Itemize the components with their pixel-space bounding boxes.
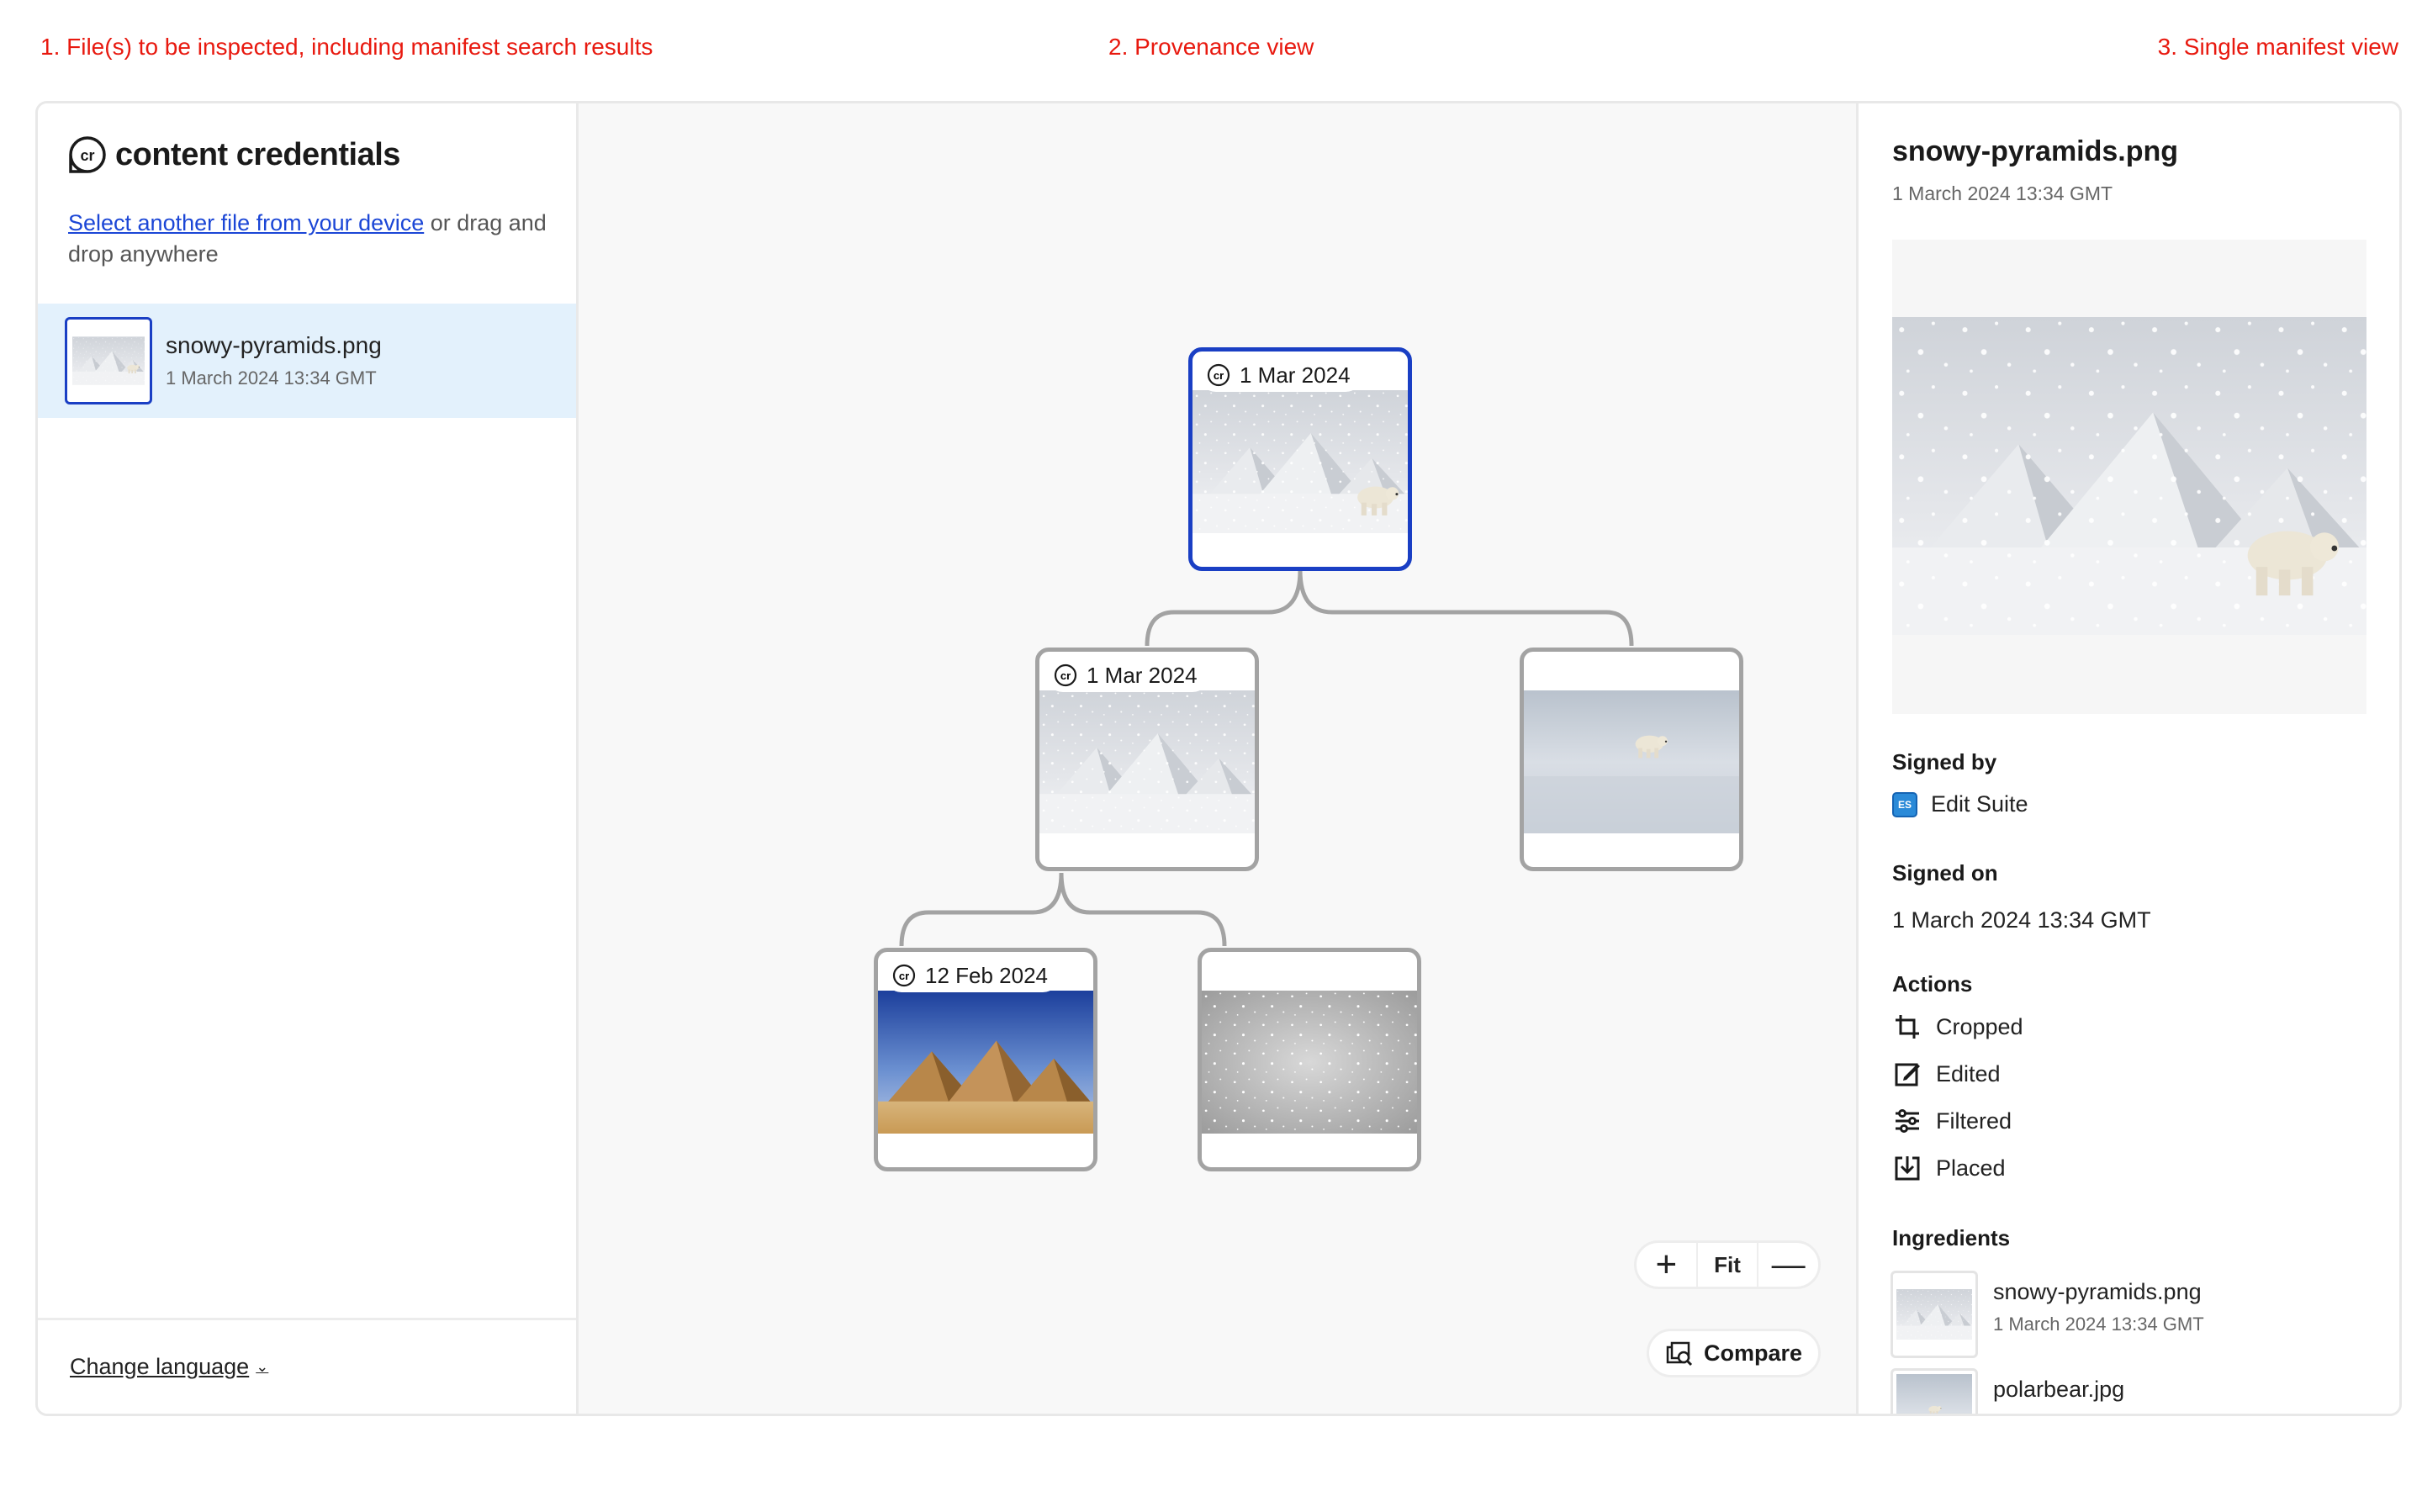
file-date: 1 March 2024 13:34 GMT — [166, 367, 377, 389]
node-image-polarbear-on-ice — [1524, 690, 1739, 833]
annotation-files: 1. File(s) to be inspected, including ma… — [40, 34, 653, 60]
signed-by-heading: Signed by — [1892, 749, 1997, 775]
signed-on-row: 1 March 2024 13:34 GMT — [1892, 907, 2151, 933]
manifest-title: snowy-pyramids.png — [1892, 135, 2179, 167]
action-label: Cropped — [1936, 1013, 2023, 1039]
node-date: 1 Mar 2024 — [1087, 662, 1198, 688]
svg-text:cr: cr — [899, 970, 909, 982]
node-image-snowy-pyramids-polarbear — [1192, 390, 1408, 533]
crop-icon — [1896, 1015, 1919, 1039]
compare-button[interactable]: Compare — [1647, 1329, 1821, 1377]
zoom-out-button[interactable]: — — [1758, 1243, 1818, 1287]
file-list-item-selected[interactable]: snowy-pyramids.png 1 March 2024 13:34 GM… — [38, 304, 576, 418]
node-date: 12 Feb 2024 — [925, 962, 1049, 988]
provenance-node-child1[interactable]: cr 1 Mar 2024 — [1035, 648, 1259, 871]
ingredient-name: snowy-pyramids.png — [1993, 1279, 2202, 1304]
file-name: snowy-pyramids.png — [166, 332, 382, 358]
action-item: Placed — [1892, 1153, 2006, 1183]
svg-text:cr: cr — [1214, 369, 1224, 382]
signed-on-value: 1 March 2024 13:34 GMT — [1892, 907, 2151, 933]
signed-by-value: Edit Suite — [1931, 791, 2028, 817]
file-meta: snowy-pyramids.png 1 March 2024 13:34 GM… — [166, 332, 382, 389]
connector-root-child2 — [1298, 569, 1634, 647]
node-image-snow-texture — [1202, 991, 1417, 1134]
annotation-provenance: 2. Provenance view — [1108, 34, 1314, 60]
app-window: cr content credentials Select another fi… — [35, 101, 2402, 1416]
change-language-button[interactable]: Change language ⌄ — [70, 1354, 268, 1380]
actions-heading: Actions — [1892, 971, 1973, 997]
left-footer: Change language ⌄ — [38, 1318, 576, 1414]
connector-child1-grand2 — [1059, 872, 1227, 947]
cr-icon: cr — [892, 964, 916, 987]
ingredient-item[interactable]: snowy-pyramids.png 1 March 2024 13:34 GM… — [1891, 1271, 2204, 1358]
edit-icon — [1895, 1063, 1920, 1086]
provenance-node-child2[interactable] — [1520, 648, 1743, 871]
compare-label: Compare — [1703, 1340, 1803, 1366]
provenance-node-grand1[interactable]: cr 12 Feb 2024 — [874, 948, 1097, 1171]
file-thumbnail — [65, 317, 152, 404]
ingredient-name: polarbear.jpg — [1993, 1377, 2125, 1402]
provenance-node-root[interactable]: cr 1 Mar 2024 — [1188, 347, 1412, 571]
cr-icon: cr — [1054, 663, 1077, 687]
chevron-down-icon: ⌄ — [256, 1358, 269, 1375]
connector-child1-grand1 — [899, 872, 1064, 947]
node-image-snowy-pyramids — [1039, 690, 1255, 833]
brand-title: content credentials — [115, 136, 400, 172]
credential-badge: cr 1 Mar 2024 — [1199, 358, 1362, 392]
change-language-label: Change language — [70, 1354, 250, 1379]
action-item: Filtered — [1892, 1106, 2012, 1136]
fit-button[interactable]: Fit — [1695, 1243, 1759, 1287]
action-label: Edited — [1936, 1060, 2001, 1086]
connector-root-child1 — [1145, 569, 1303, 647]
cr-icon: cr — [1207, 363, 1230, 387]
brand: cr content credentials — [68, 135, 400, 174]
ingredients-heading: Ingredients — [1892, 1225, 2011, 1250]
node-image-pyramids-desert — [878, 991, 1093, 1134]
node-date: 1 Mar 2024 — [1240, 362, 1351, 388]
filter-sliders-icon — [1896, 1109, 1919, 1133]
provenance-view[interactable]: cr 1 Mar 2024 cr 1 Mar 2024 cr 12 Feb 20… — [579, 103, 1859, 1414]
action-item: Cropped — [1892, 1012, 2023, 1042]
ingredient-thumbnail — [1891, 1271, 1978, 1358]
edit-suite-icon: ES — [1892, 791, 1917, 817]
manifest-preview-image — [1892, 317, 2366, 635]
select-file-link[interactable]: Select another file from your device — [68, 210, 424, 235]
manifest-panel: snowy-pyramids.png 1 March 2024 13:34 GM… — [1859, 103, 2399, 1414]
content-credentials-logo-icon: cr — [69, 136, 106, 173]
ingredient-item[interactable]: polarbear.jpg — [1891, 1368, 2124, 1414]
credential-badge: cr 1 Mar 2024 — [1046, 658, 1209, 692]
action-label: Filtered — [1936, 1108, 2012, 1134]
provenance-node-grand2[interactable] — [1198, 948, 1421, 1171]
svg-text:cr: cr — [80, 147, 94, 164]
ingredient-thumbnail — [1891, 1368, 1978, 1414]
compare-icon — [1666, 1341, 1693, 1367]
action-label: Placed — [1936, 1155, 2006, 1181]
credential-badge: cr 12 Feb 2024 — [885, 959, 1060, 992]
manifest-preview — [1892, 240, 2366, 714]
manifest-date: 1 March 2024 13:34 GMT — [1892, 182, 2113, 204]
place-icon — [1895, 1156, 1920, 1181]
signed-by-row: ES Edit Suite — [1892, 791, 2028, 817]
zoom-controls: + Fit — — [1634, 1240, 1821, 1289]
ingredient-date: 1 March 2024 13:34 GMT — [1993, 1314, 2204, 1335]
action-item: Edited — [1892, 1059, 2001, 1089]
file-list-panel: cr content credentials Select another fi… — [38, 103, 579, 1414]
svg-text:cr: cr — [1060, 669, 1071, 682]
zoom-in-button[interactable]: + — [1637, 1243, 1696, 1287]
annotation-single-manifest: 3. Single manifest view — [2157, 34, 2398, 60]
signed-on-heading: Signed on — [1892, 860, 1998, 886]
file-select-instructions: Select another file from your device or … — [68, 208, 547, 270]
